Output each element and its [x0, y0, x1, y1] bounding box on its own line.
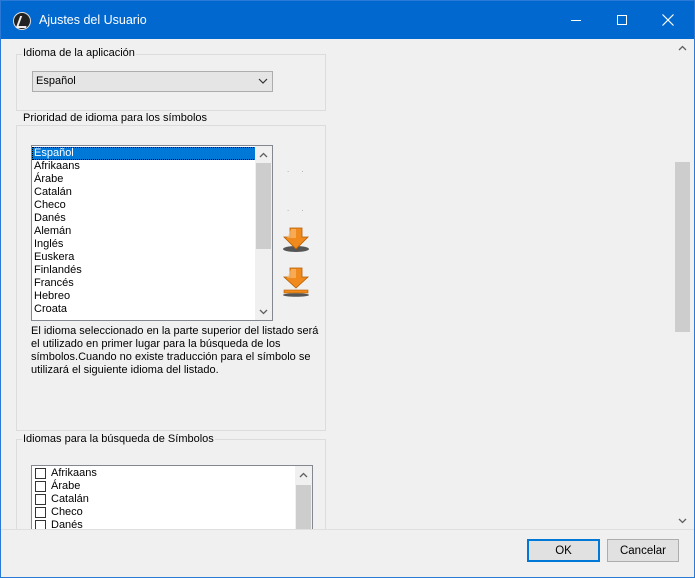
symbol-priority-description: El idioma seleccionado en la parte super…: [31, 325, 319, 376]
checkbox[interactable]: [35, 520, 46, 529]
list-item[interactable]: Español: [32, 147, 256, 160]
orange-down-arrow-icon: [283, 227, 309, 252]
close-icon: [662, 14, 674, 26]
cancel-button[interactable]: Cancelar: [607, 539, 679, 562]
app-language-value: Español: [36, 75, 76, 87]
symbol-priority-scrollbar[interactable]: [255, 146, 272, 320]
list-item[interactable]: Finlandés: [32, 264, 256, 277]
list-item[interactable]: Afrikaans: [32, 467, 296, 480]
settings-content: Idioma de la aplicación Español Priorida…: [1, 39, 694, 529]
window-title: Ajustes del Usuario: [39, 13, 147, 27]
scroll-up-icon[interactable]: [255, 146, 272, 163]
list-item[interactable]: Checo: [32, 199, 256, 212]
checkbox[interactable]: [35, 494, 46, 505]
search-languages-list[interactable]: Afrikaans Árabe Catalán Checo Danés: [31, 465, 313, 529]
orange-down-arrow-line-icon: [282, 267, 310, 297]
list-item[interactable]: Afrikaans: [32, 160, 256, 173]
list-item[interactable]: Francés: [32, 277, 256, 290]
scroll-down-icon[interactable]: [255, 303, 272, 320]
search-languages-scrollbar[interactable]: [295, 466, 312, 529]
list-item[interactable]: Inglés: [32, 238, 256, 251]
ok-button[interactable]: OK: [527, 539, 600, 562]
symbol-priority-list[interactable]: Español Afrikaans Árabe Catalán Checo Da…: [31, 145, 273, 321]
list-item[interactable]: Hebreo: [32, 290, 256, 303]
symbol-priority-group-title: Prioridad de idioma para los símbolos: [22, 112, 209, 124]
checkbox[interactable]: [35, 468, 46, 479]
move-bottom-button[interactable]: [281, 267, 311, 300]
scroll-down-icon[interactable]: [674, 512, 691, 529]
chevron-down-icon: [258, 75, 268, 90]
scroll-up-icon[interactable]: [295, 466, 312, 483]
user-settings-window: Ajustes del Usuario Idioma de la aplicac…: [0, 0, 695, 578]
title-bar[interactable]: Ajustes del Usuario: [1, 1, 694, 39]
scroll-thumb[interactable]: [256, 163, 271, 249]
list-item[interactable]: Alemán: [32, 225, 256, 238]
list-item[interactable]: Árabe: [32, 480, 296, 493]
list-item[interactable]: Catalán: [32, 186, 256, 199]
list-item[interactable]: Catalán: [32, 493, 296, 506]
move-top-button-disabled[interactable]: ··: [287, 168, 315, 176]
minimize-icon: [571, 19, 581, 21]
list-item[interactable]: Croata: [32, 303, 256, 316]
scroll-thumb[interactable]: [296, 485, 311, 529]
move-down-button[interactable]: [281, 227, 311, 256]
list-item[interactable]: Danés: [32, 212, 256, 225]
close-button[interactable]: [645, 1, 691, 39]
main-scrollbar[interactable]: [674, 39, 691, 529]
maximize-button[interactable]: [599, 1, 645, 39]
checkbox[interactable]: [35, 481, 46, 492]
app-language-select[interactable]: Español: [32, 71, 273, 92]
search-languages-group-title: Idiomas para la búsqueda de Símbolos: [22, 433, 215, 445]
list-item[interactable]: Euskera: [32, 251, 256, 264]
scroll-thumb[interactable]: [675, 162, 690, 332]
list-item[interactable]: Checo: [32, 506, 296, 519]
scroll-up-icon[interactable]: [674, 39, 691, 56]
list-item[interactable]: Árabe: [32, 173, 256, 186]
app-logo-icon: [13, 12, 31, 30]
move-up-button-disabled[interactable]: ··: [287, 207, 315, 215]
app-language-group-title: Idioma de la aplicación: [22, 47, 136, 59]
list-item[interactable]: Danés: [32, 519, 296, 529]
checkbox[interactable]: [35, 507, 46, 518]
minimize-button[interactable]: [553, 1, 599, 39]
maximize-icon: [617, 15, 627, 25]
dialog-footer: OK Cancelar: [1, 529, 694, 577]
